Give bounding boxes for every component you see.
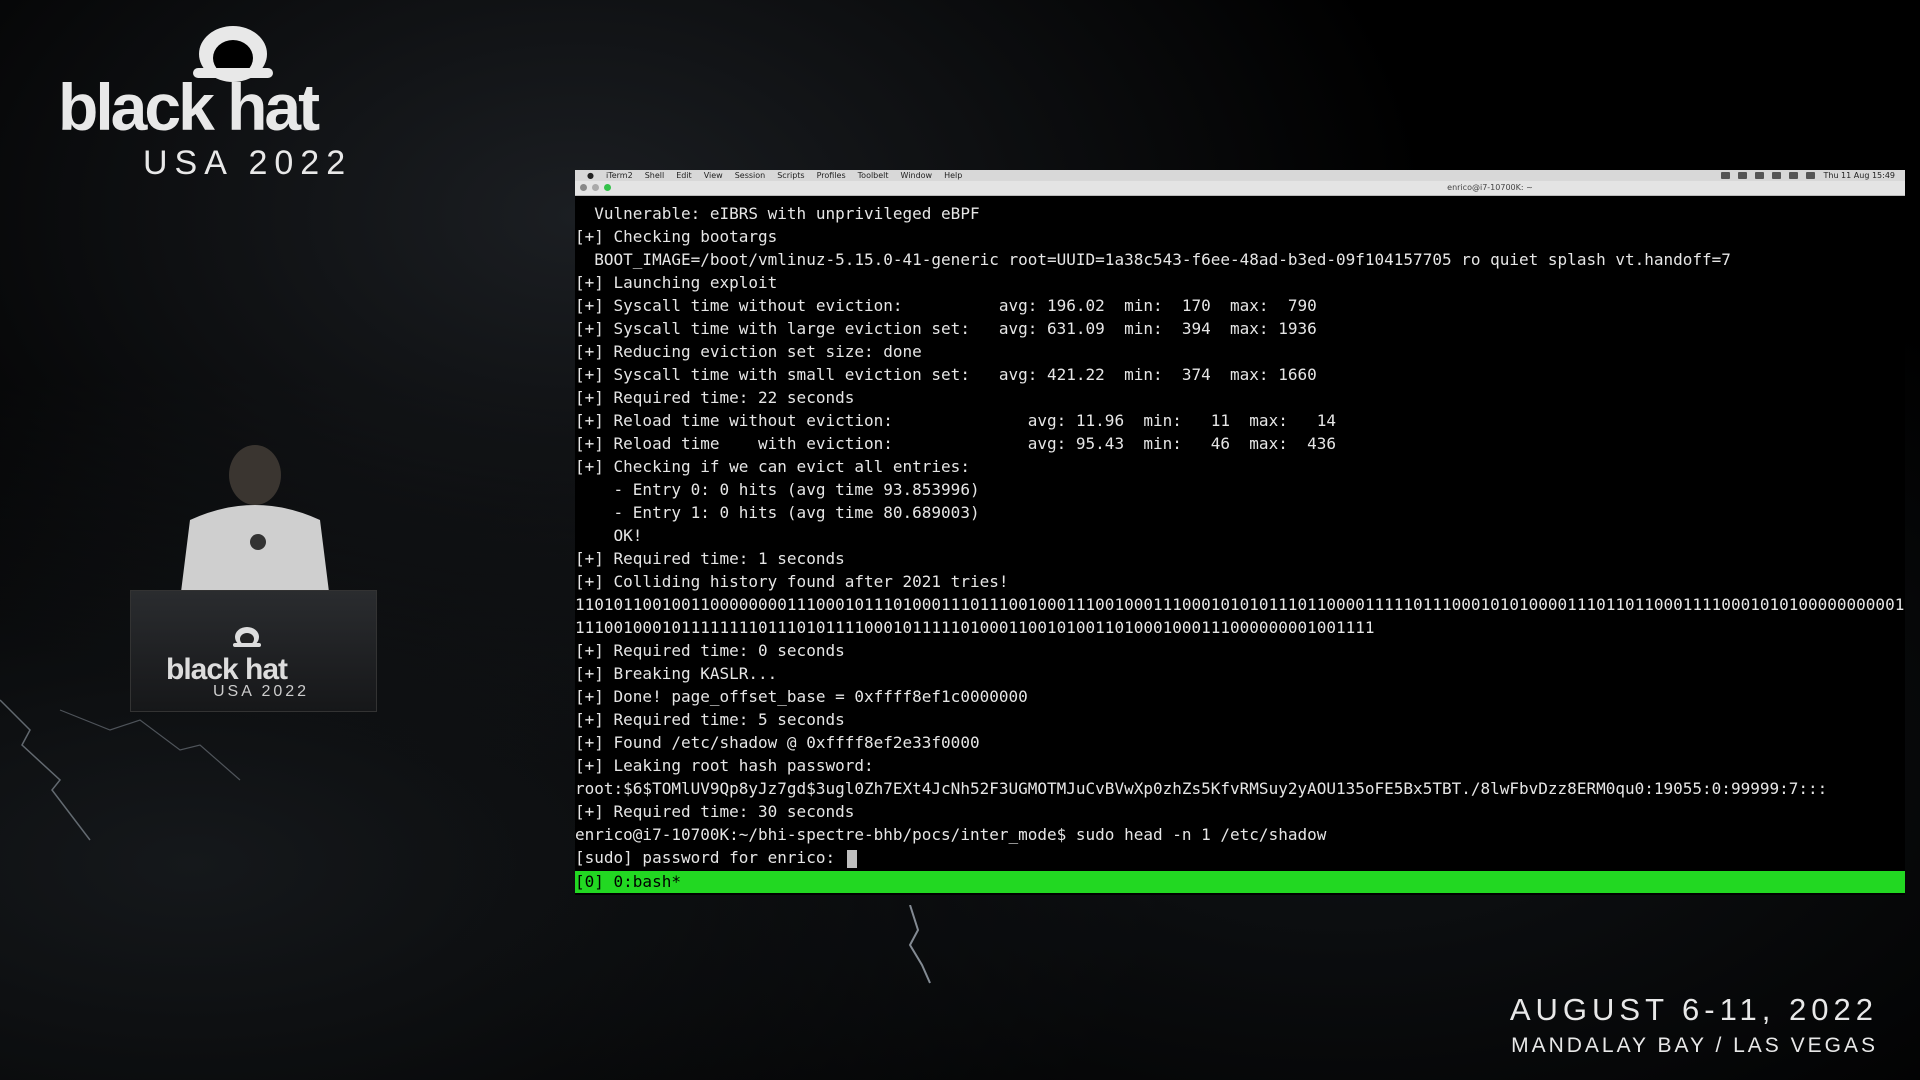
terminal-line: [+] Required time: 22 seconds [575, 388, 855, 407]
search-icon[interactable] [1806, 172, 1816, 179]
menu-item[interactable]: Scripts [777, 171, 804, 180]
terminal-cursor[interactable] [846, 849, 857, 868]
terminal-line: 1110010001011111111011101011110001011111… [575, 618, 1375, 637]
menu-item[interactable]: Help [944, 171, 962, 180]
status-icon[interactable] [1721, 172, 1731, 179]
terminal-line: enrico@i7-10700K:~/bhi-spectre-bhb/pocs/… [575, 825, 1327, 844]
terminal-line: root:$6$TOMlUV9Qp8yJz7gd$3ugl0Zh7EXt4JcN… [575, 779, 1828, 798]
window-title: enrico@i7-10700K: ~ [1447, 183, 1533, 192]
terminal-line: BOOT_IMAGE=/boot/vmlinuz-5.15.0-41-gener… [575, 250, 1731, 269]
status-icon[interactable] [1738, 172, 1748, 179]
terminal-line: [+] Leaking root hash password: [575, 756, 874, 775]
terminal-line: [+] Checking if we can evict all entries… [575, 457, 970, 476]
terminal-line: [+] Found /etc/shadow @ 0xffff8ef2e33f00… [575, 733, 980, 752]
status-icon[interactable] [1755, 172, 1765, 179]
event-venue: MANDALAY BAY / LAS VEGAS [1511, 1034, 1878, 1057]
terminal-line: [+] Syscall time without eviction: avg: … [575, 296, 1317, 315]
terminal-line: [+] Reload time without eviction: avg: 1… [575, 411, 1336, 430]
terminal-line: [+] Checking bootargs [575, 227, 778, 246]
podium-subtitle: USA 2022 [213, 683, 310, 700]
logo-subtitle: USA 2022 [143, 144, 353, 182]
event-info: AUGUST 6-11, 2022 MANDALAY BAY / LAS VEG… [1510, 992, 1878, 1058]
terminal-line: [+] Done! page_offset_base = 0xffff8ef1c… [575, 687, 1028, 706]
menu-item[interactable]: Toolbelt [858, 171, 889, 180]
hat-icon [233, 627, 261, 647]
blackhat-logo: black hat USA 2022 [58, 22, 388, 180]
event-date: AUGUST 6-11, 2022 [1509, 992, 1878, 1027]
terminal-line: 1101011001001100000000111000101110100011… [575, 595, 1905, 614]
terminal-line: [+] Required time: 5 seconds [575, 710, 845, 729]
password-prompt-line[interactable]: [sudo] password for enrico: [575, 846, 1905, 869]
terminal-line: [+] Reducing eviction set size: done [575, 342, 922, 361]
tmux-status-bar[interactable]: [0] 0:bash* [575, 871, 1905, 893]
menu-item[interactable]: Window [901, 171, 933, 180]
terminal-line: [+] Reload time with eviction: avg: 95.4… [575, 434, 1336, 453]
terminal-line: [+] Launching exploit [575, 273, 778, 292]
terminal-line: [+] Syscall time with small eviction set… [575, 365, 1317, 384]
menu-item[interactable]: Profiles [817, 171, 846, 180]
apple-menu-icon[interactable]: ● [587, 171, 594, 180]
menubar-status-area: Thu 11 Aug 15:49 [1721, 170, 1895, 181]
menu-item[interactable]: iTerm2 [606, 171, 633, 180]
macos-menubar: ● iTerm2 Shell Edit View Session Scripts… [575, 170, 1905, 181]
terminal-line: [+] Colliding history found after 2021 t… [575, 572, 1009, 591]
menu-item[interactable]: Edit [676, 171, 692, 180]
terminal-line: - Entry 1: 0 hits (avg time 80.689003) [575, 503, 980, 522]
password-prompt: [sudo] password for enrico: [575, 848, 845, 867]
terminal-line: [+] Breaking KASLR... [575, 664, 778, 683]
window-titlebar: enrico@i7-10700K: ~ [575, 181, 1905, 196]
logo-wordmark: black hat [58, 70, 320, 144]
menu-item[interactable]: Shell [645, 171, 665, 180]
menu-item[interactable]: Session [735, 171, 766, 180]
terminal-line: [+] Required time: 0 seconds [575, 641, 845, 660]
terminal-line: [+] Required time: 1 seconds [575, 549, 845, 568]
terminal-line: Vulnerable: eIBRS with unprivileged eBPF [575, 204, 980, 223]
podium: black hat USA 2022 [130, 590, 377, 712]
shared-screen: ● iTerm2 Shell Edit View Session Scripts… [575, 170, 1905, 895]
terminal-line: [+] Syscall time with large eviction set… [575, 319, 1317, 338]
terminal-line: - Entry 0: 0 hits (avg time 93.853996) [575, 480, 980, 499]
podium-wordmark: black hat [166, 653, 288, 686]
terminal-line: [+] Required time: 30 seconds [575, 802, 855, 821]
menu-item[interactable]: View [704, 171, 723, 180]
terminal-line: OK! [575, 526, 643, 545]
battery-icon[interactable] [1789, 172, 1799, 179]
menubar-clock[interactable]: Thu 11 Aug 15:49 [1823, 171, 1895, 180]
wifi-icon[interactable] [1772, 172, 1782, 179]
lightning-decoration [908, 905, 931, 984]
lightning-decoration [0, 699, 241, 841]
terminal-output[interactable]: Vulnerable: eIBRS with unprivileged eBPF… [575, 202, 1905, 874]
